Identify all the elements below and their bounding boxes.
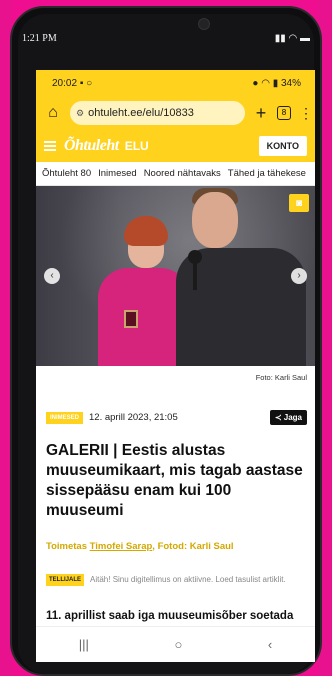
- subscriber-tag: TELLIJALE: [46, 574, 85, 586]
- photo-caption: Foto: Karli Saul: [255, 373, 307, 382]
- byline-prefix: Toimetas: [46, 541, 90, 552]
- gallery-prev-icon[interactable]: ‹: [44, 268, 60, 284]
- section-label[interactable]: ELU: [125, 139, 149, 153]
- subscriber-notice: TELLIJALE Aitäh! Sinu digitellimus on ak…: [36, 552, 315, 586]
- publish-date: 12. aprill 2023, 21:05: [89, 412, 178, 423]
- account-button[interactable]: KONTO: [258, 136, 307, 156]
- microphone: [188, 250, 202, 264]
- status-icons: ● ◠ ▮: [252, 77, 281, 89]
- url-bar[interactable]: ⚙ ohtuleht.ee/elu/10833: [70, 101, 245, 125]
- nav-item[interactable]: Tähed ja tähekese: [228, 168, 306, 179]
- site-header: Õhtuleht ELU KONTO: [36, 130, 315, 162]
- share-button[interactable]: ≺ Jaga: [269, 410, 307, 425]
- article-meta: INIMESED 12. aprill 2023, 21:05 ≺ Jaga: [36, 388, 315, 425]
- gallery-next-icon[interactable]: ›: [291, 268, 307, 284]
- inner-time: 20:02: [52, 77, 78, 89]
- category-nav: Õhtuleht 80 Inimesed Noored nähtavaks Tä…: [36, 162, 315, 186]
- nav-item[interactable]: Inimesed: [98, 168, 137, 179]
- tab-switcher-button[interactable]: 8: [277, 106, 291, 120]
- outer-status-bar: 1:21 PM ▮▮ ◠ ▬: [22, 30, 310, 46]
- site-logo[interactable]: Õhtuleht: [64, 137, 119, 155]
- hamburger-menu-icon[interactable]: [44, 141, 56, 151]
- android-nav-bar: ||| ○ ‹: [36, 626, 315, 662]
- outer-status-icons: ▮▮ ◠ ▬: [274, 32, 310, 44]
- author-link[interactable]: Timofei Sarap: [90, 541, 153, 552]
- front-camera: [198, 18, 210, 30]
- browser-toolbar: ⌂ ⚙ ohtuleht.ee/elu/10833 + 8 ⋮: [36, 96, 315, 130]
- phone-screen: 20:02 ▪ ○ ● ◠ ▮ 34% ⌂ ⚙ ohtuleht.ee/elu/…: [36, 70, 315, 662]
- inner-status-bar: 20:02 ▪ ○ ● ◠ ▮ 34%: [36, 70, 315, 96]
- battery-level: 34%: [280, 77, 301, 89]
- new-tab-button[interactable]: +: [253, 103, 269, 124]
- notification-icons: ▪ ○: [79, 77, 93, 89]
- category-tag[interactable]: INIMESED: [46, 411, 84, 424]
- subscriber-text: Aitäh! Sinu digitellimus on aktiivne. Lo…: [90, 575, 286, 584]
- article-photo[interactable]: ◙ ‹ ›: [36, 186, 315, 366]
- outer-time: 1:21 PM: [22, 32, 57, 44]
- article-headline: GALERII | Eestis alustas muuseumikaart, …: [46, 442, 303, 519]
- gallery-camera-icon[interactable]: ◙: [289, 194, 309, 212]
- site-info-icon[interactable]: ⚙: [76, 108, 84, 119]
- browser-menu-icon[interactable]: ⋮: [299, 105, 313, 122]
- article-byline: Toimetas Timofei Sarap, Fotod: Karli Sau…: [36, 521, 315, 552]
- home-nav-icon[interactable]: ○: [174, 637, 182, 652]
- nav-item[interactable]: Noored nähtavaks: [144, 168, 221, 179]
- byline-suffix: , Fotod: Karli Saul: [152, 541, 234, 552]
- nav-item[interactable]: Õhtuleht 80: [42, 168, 91, 179]
- share-label: Jaga: [283, 413, 302, 422]
- back-icon[interactable]: ‹: [268, 637, 272, 652]
- url-text: ohtuleht.ee/elu/10833: [88, 107, 194, 119]
- home-icon[interactable]: ⌂: [44, 104, 62, 122]
- recents-icon[interactable]: |||: [79, 637, 89, 652]
